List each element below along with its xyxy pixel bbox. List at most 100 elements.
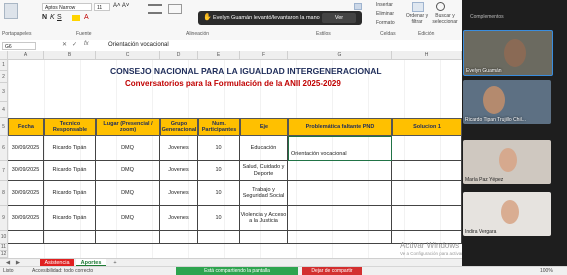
video-panel: Evelyn Guamán Ricardo Tipan Trujillo Chi… (462, 0, 567, 266)
table-cell[interactable]: Ricardo Tipán (44, 206, 96, 231)
col-header-c[interactable]: C (96, 51, 160, 60)
find-select-button[interactable]: Buscar y seleccionar (430, 13, 460, 25)
table-cell[interactable]: Jovenes (160, 136, 198, 161)
name-box[interactable]: G6 (2, 42, 36, 50)
table-cell[interactable]: Salud, Cuidado y Deporte (240, 161, 288, 181)
insert-button[interactable]: Insertar (376, 2, 393, 8)
table-cell[interactable] (392, 206, 462, 231)
table-cell[interactable] (198, 231, 240, 244)
confirm-icon[interactable]: ✓ (72, 41, 77, 48)
table-cell[interactable]: 30/09/2025 (8, 136, 44, 161)
delete-button[interactable]: Eliminar (376, 11, 394, 17)
row-header-11[interactable]: 11 (0, 244, 8, 251)
header-fecha[interactable]: Fecha (8, 118, 44, 136)
table-cell[interactable]: DMQ (96, 181, 160, 206)
table-cell[interactable] (288, 161, 392, 181)
table-cell[interactable]: 30/09/2025 (8, 206, 44, 231)
fill-color-icon[interactable] (72, 15, 80, 21)
table-cell[interactable]: Ricardo Tipán (44, 161, 96, 181)
formula-input[interactable]: Orientación vocacional (108, 42, 169, 48)
row-header-10[interactable]: 10 (0, 231, 8, 244)
sort-filter-button[interactable]: Ordenar y filtrar (404, 13, 430, 25)
table-cell[interactable] (288, 231, 392, 244)
table-cell[interactable] (288, 206, 392, 231)
select-all-corner[interactable] (0, 51, 8, 60)
align-icon[interactable] (148, 4, 162, 14)
table-cell[interactable]: Jovenes (160, 181, 198, 206)
table-cell[interactable]: 10 (198, 206, 240, 231)
table-cell[interactable] (240, 231, 288, 244)
table-cell[interactable]: 10 (198, 181, 240, 206)
participant-tile[interactable]: Ricardo Tipan Trujillo Chil... (463, 80, 551, 124)
font-grow-icon[interactable]: A˄ A˅ (113, 3, 129, 9)
wrap-icon[interactable] (168, 4, 182, 14)
underline-icon[interactable]: S (57, 14, 62, 21)
table-cell[interactable]: Jovenes (160, 206, 198, 231)
header-eje[interactable]: Eje (240, 118, 288, 136)
table-cell[interactable]: Ricardo Tipán (44, 181, 96, 206)
table-cell[interactable] (392, 136, 462, 161)
table-cell[interactable] (96, 231, 160, 244)
table-cell[interactable]: Violencia y Acceso a la Justicia (240, 206, 288, 231)
row-header-9[interactable]: 9 (0, 206, 8, 231)
header-num[interactable]: Num. Participantes (198, 118, 240, 136)
col-header-f[interactable]: F (240, 51, 288, 60)
col-header-g[interactable]: G (288, 51, 392, 60)
italic-icon[interactable]: K (50, 14, 55, 21)
font-size-select[interactable]: 11 (94, 3, 110, 11)
col-header-a[interactable]: A (8, 51, 44, 60)
col-header-d[interactable]: D (160, 51, 198, 60)
table-cell[interactable] (8, 231, 44, 244)
row-header-7[interactable]: 7 (0, 161, 8, 181)
table-cell[interactable]: Jovenes (160, 161, 198, 181)
table-cell[interactable] (392, 181, 462, 206)
table-cell[interactable] (392, 161, 462, 181)
header-tecnico[interactable]: Tecnico Responsable (44, 118, 96, 136)
table-cell[interactable]: Educación (240, 136, 288, 161)
table-cell[interactable]: Ricardo Tipán (44, 136, 96, 161)
row-header-2[interactable]: 2 (0, 71, 8, 83)
table-cell[interactable]: 10 (198, 136, 240, 161)
col-header-b[interactable]: B (44, 51, 96, 60)
sigma-icon[interactable] (354, 3, 362, 10)
participant-tile[interactable]: María Paz Yépez (463, 140, 551, 184)
participant-tile[interactable]: Evelyn Guamán (463, 30, 553, 76)
table-cell[interactable]: 30/09/2025 (8, 181, 44, 206)
row-header-4[interactable]: 4 (0, 102, 8, 118)
font-name-select[interactable]: Aptos Narrow (42, 3, 92, 11)
cancel-icon[interactable]: ✕ (62, 41, 67, 48)
col-header-e[interactable]: E (198, 51, 240, 60)
header-problematica[interactable]: Problemática faltante PND (288, 118, 392, 136)
col-header-h[interactable]: H (392, 51, 462, 60)
row-header-5[interactable]: 5 (0, 118, 8, 136)
search-icon[interactable] (436, 2, 445, 11)
selected-cell-g6[interactable]: Orientación vocacional (288, 136, 392, 161)
accessibility-status[interactable]: Accesibilidad: todo correcto (32, 268, 93, 274)
header-grupo[interactable]: Grupo Generacional (160, 118, 198, 136)
header-solucion[interactable]: Solucion 1 (392, 118, 462, 136)
view-button[interactable]: Ver (322, 13, 356, 23)
fx-icon[interactable]: fx (84, 41, 89, 47)
table-cell[interactable]: DMQ (96, 136, 160, 161)
participant-tile[interactable]: Indira Vergara (463, 192, 551, 236)
sort-filter-icon[interactable] (412, 2, 424, 12)
table-cell[interactable]: DMQ (96, 161, 160, 181)
bold-icon[interactable]: N (42, 14, 47, 21)
row-header-6[interactable]: 6 (0, 136, 8, 161)
row-header-12[interactable]: 12 (0, 251, 8, 258)
table-cell[interactable]: DMQ (96, 206, 160, 231)
row-header-8[interactable]: 8 (0, 181, 8, 206)
font-color-icon[interactable]: A (84, 14, 89, 21)
table-cell[interactable]: 30/09/2025 (8, 161, 44, 181)
row-header-3[interactable]: 3 (0, 83, 8, 102)
table-cell[interactable]: 10 (198, 161, 240, 181)
row-header-1[interactable]: 1 (0, 60, 8, 71)
table-cell[interactable] (288, 181, 392, 206)
table-cell[interactable] (160, 231, 198, 244)
paste-icon[interactable] (4, 3, 18, 19)
table-cell[interactable]: Trabajo y Seguridad Social (240, 181, 288, 206)
header-lugar[interactable]: Lugar (Presencial / zoom) (96, 118, 160, 136)
format-button[interactable]: Formato (376, 20, 395, 26)
table-cell[interactable] (44, 231, 96, 244)
zoom-level[interactable]: 100% (540, 268, 553, 274)
